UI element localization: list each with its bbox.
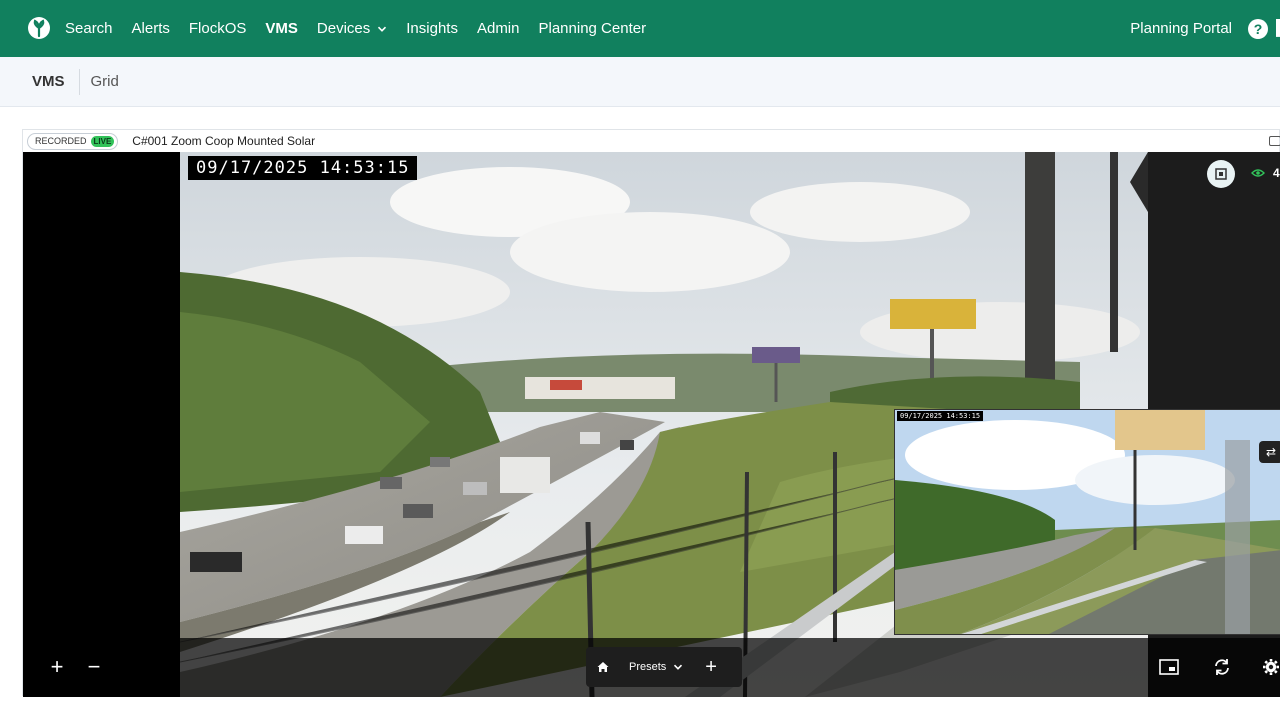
refresh-icon[interactable] xyxy=(1207,652,1237,682)
viewer-count-value: 4 xyxy=(1273,166,1280,180)
camera-name: C#001 Zoom Coop Mounted Solar xyxy=(132,134,316,148)
home-icon[interactable] xyxy=(596,660,610,674)
recorded-label: RECORDED xyxy=(35,136,87,146)
presets-dropdown[interactable]: Presets xyxy=(629,661,683,673)
pip-timestamp: 09/17/2025 14:53:15 xyxy=(897,411,984,421)
recorded-badge[interactable]: RECORDED LIVE xyxy=(27,132,119,150)
main-menu: Search Alerts FlockOS VMS Devices Insigh… xyxy=(65,0,646,57)
page-title: VMS xyxy=(32,73,65,90)
zoom-out-button[interactable]: − xyxy=(79,652,109,682)
add-preset-button[interactable]: + xyxy=(705,656,717,679)
pip-view[interactable]: 09/17/2025 14:53:15 xyxy=(894,409,1280,635)
snapshot-icon[interactable] xyxy=(1207,160,1235,188)
nav-devices-label: Devices xyxy=(316,20,371,37)
chevron-down-icon xyxy=(674,664,683,670)
live-badge: LIVE xyxy=(90,135,115,147)
camera-panel: RECORDED LIVE C#001 Zoom Coop Mounted So… xyxy=(22,129,1280,697)
chevron-down-icon xyxy=(378,26,387,32)
gear-icon[interactable] xyxy=(1256,652,1280,682)
sub-nav: VMS Grid xyxy=(0,57,1280,107)
nav-planning-center[interactable]: Planning Center xyxy=(539,20,647,37)
nav-vms[interactable]: VMS xyxy=(265,20,298,37)
viewer-count: 4 xyxy=(1251,166,1280,180)
nav-admin[interactable]: Admin xyxy=(477,20,520,37)
pip-icon[interactable] xyxy=(1154,652,1184,682)
nav-flockos[interactable]: FlockOS xyxy=(189,20,247,37)
nav-devices[interactable]: Devices xyxy=(317,20,387,37)
ptz-controls: Presets + xyxy=(586,647,742,687)
top-nav: Search Alerts FlockOS VMS Devices Insigh… xyxy=(0,0,1280,57)
control-bar: + − Presets + xyxy=(23,638,1280,697)
nav-right: Planning Portal ? ▌ xyxy=(1130,0,1280,57)
divider xyxy=(78,68,80,95)
nav-search[interactable]: Search xyxy=(65,20,113,37)
user-icon[interactable]: ▌ xyxy=(1276,19,1280,39)
flock-logo-icon[interactable] xyxy=(28,17,50,39)
video-feed[interactable]: 09/17/2025 14:53:15 09/17/2025 14:53:15 … xyxy=(23,152,1280,697)
nav-alerts[interactable]: Alerts xyxy=(132,20,170,37)
eye-icon xyxy=(1251,169,1265,177)
pip-scene xyxy=(895,410,1280,634)
timestamp-overlay: 09/17/2025 14:53:15 xyxy=(188,156,418,180)
swap-view-button[interactable]: ⇄ xyxy=(1259,441,1280,463)
help-icon[interactable]: ? xyxy=(1248,18,1268,39)
camera-header: RECORDED LIVE C#001 Zoom Coop Mounted So… xyxy=(23,130,1280,152)
planning-portal-link[interactable]: Planning Portal xyxy=(1130,20,1232,37)
window-icon[interactable] xyxy=(1269,136,1280,146)
nav-insights[interactable]: Insights xyxy=(406,20,458,37)
presets-label: Presets xyxy=(629,661,667,673)
zoom-in-button[interactable]: + xyxy=(42,652,72,682)
tab-grid[interactable]: Grid xyxy=(91,73,119,90)
